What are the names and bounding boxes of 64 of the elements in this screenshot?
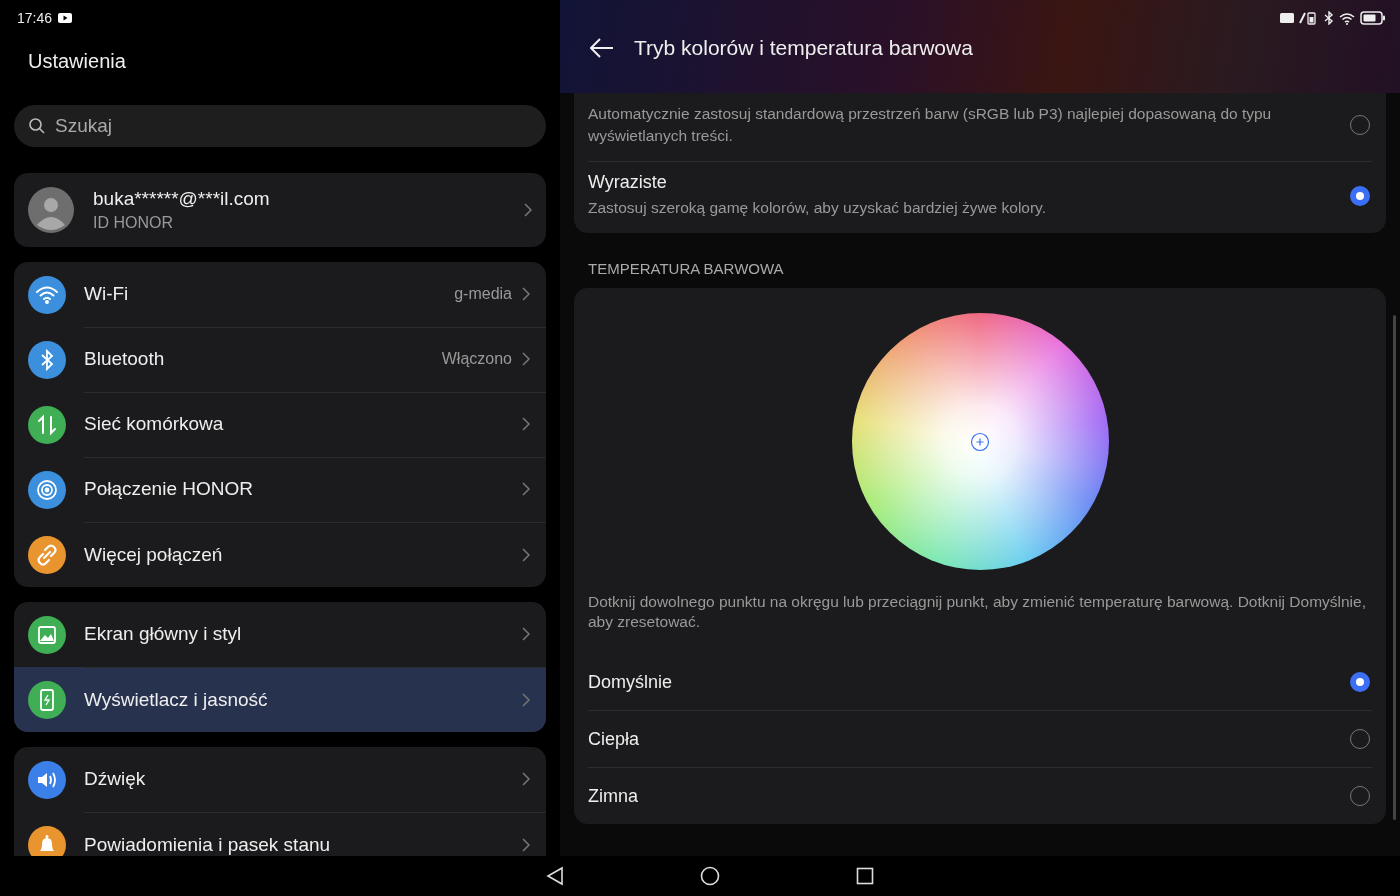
temperature-option[interactable]: Domyślnie [588,654,1372,710]
item-label: Wi-Fi [84,283,130,305]
chevron-icon [522,692,530,707]
hint-text: Dotknij dowolnego punktu na okręgu lub przeciągnij punkt, aby zmienić temperaturę barwową. Dotknij Domyślnie, aby zresetować. [588,592,1367,632]
settings-item[interactable]: Wyświetlacz i jasność [14,667,546,732]
item-label: Ekran główny i styl [84,623,243,645]
crosshair-icon[interactable] [970,431,990,452]
option-description: Zastosuj szeroką gamę kolorów, aby uzyskać bardziej żywe kolory. [588,198,1047,218]
battery-icon [1360,11,1386,25]
chevron-icon [522,837,530,852]
wifi-icon [1339,11,1355,25]
account-subtitle: ID HONOR [93,214,174,232]
option-description: Automatycznie zastosuj standardową przestrzeń barw (sRGB lub P3) najlepiej dopasowaną do typu wyświetlanych treści. [588,104,1273,146]
chevron-icon [522,287,530,301]
settings-item[interactable]: Połączenie HONOR [14,457,546,522]
radio-button[interactable] [1350,185,1370,206]
chevron-icon [522,627,530,641]
account-email: buka******@***il.com [93,188,271,210]
keyboard-icon [1280,13,1294,23]
recents-nav-button[interactable] [856,867,874,885]
account-card[interactable]: buka******@***il.com ID HONOR [14,173,546,247]
settings-item[interactable]: Ekran główny i styl [14,602,546,667]
chevron-icon [522,547,530,562]
pen-battery-icon [1299,11,1319,25]
settings-item[interactable]: Wi-Fi g-media [14,262,546,327]
back-nav-button[interactable] [546,866,564,886]
settings-item[interactable]: Dźwięk [14,747,546,812]
item-label: Dźwięk [84,768,147,790]
chevron-icon [522,352,530,366]
color-mode-option[interactable]: Wyraziste Zastosuj szeroką gamę kolorów, aby uzyskać bardziej żywe kolory. [588,162,1372,233]
settings-item[interactable]: Powiadomienia i pasek stanu [14,812,546,856]
item-label: Sieć komórkowa [84,413,225,435]
video-icon [58,13,73,23]
chevron-icon [522,417,530,431]
chevron-icon [522,772,530,786]
temperature-option[interactable]: Ciepła [588,711,1372,767]
option-label: Domyślnie [588,671,674,693]
avatar-icon [28,187,74,233]
color-mode-option[interactable]: Automatycznie zastosuj standardową przestrzeń barw (sRGB lub P3) najlepiej dopasowaną do typu wyświetlanych treści. [588,93,1372,161]
bluetooth-icon [1324,11,1334,25]
status-time: 17:46 [17,10,53,26]
section-heading: TEMPERATURA BARWOWA [587,259,785,279]
temperature-option[interactable]: Zimna [588,768,1372,824]
option-title: Wyraziste [588,172,668,193]
item-label: Bluetooth [84,348,166,370]
settings-item[interactable]: Sieć komórkowa [14,392,546,457]
radio-button[interactable] [1350,672,1370,692]
option-label: Zimna [588,785,639,807]
option-label: Ciepła [588,728,641,750]
chevron-icon [522,482,530,496]
search-field[interactable]: Szukaj [14,105,546,147]
item-label: Więcej połączeń [84,543,224,566]
page-title: Tryb kolorów i temperatura barwowa [634,36,973,60]
settings-item[interactable]: Bluetooth Włączono [14,327,546,392]
item-label: Połączenie HONOR [84,478,254,500]
settings-item[interactable]: Więcej połączeń [14,522,546,587]
item-value: g-media [454,285,512,303]
home-nav-button[interactable] [700,866,720,886]
item-value: Włączono [441,350,512,368]
settings-title: Ustawienia [28,50,127,74]
back-button[interactable] [588,36,616,60]
chevron-icon [524,203,532,217]
item-label: Wyświetlacz i jasność [84,688,269,711]
item-label: Powiadomienia i pasek stanu [84,833,332,856]
